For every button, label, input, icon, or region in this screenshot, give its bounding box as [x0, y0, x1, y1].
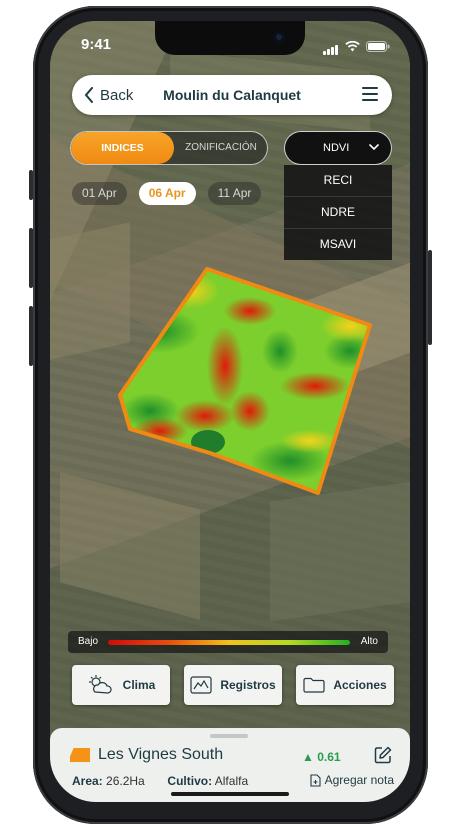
- note-add-icon: [310, 773, 321, 787]
- area-value: 26.2Ha: [106, 774, 145, 788]
- page-title: Moulin du Calanquet: [163, 87, 301, 103]
- field-meta: Area: 26.2Ha Cultivo: Alfalfa: [72, 774, 248, 788]
- date-chip[interactable]: 11 Apr: [207, 182, 262, 205]
- tab-zonificacion[interactable]: ZONIFICACIÓN: [174, 132, 267, 164]
- field-info-sheet[interactable]: Les Vignes South Area: 26.2Ha Cultivo: A…: [50, 728, 410, 802]
- edit-icon[interactable]: [374, 746, 392, 764]
- dropdown-option-ndre[interactable]: NDRE: [284, 196, 392, 228]
- legend-high-label: Alto: [360, 636, 378, 647]
- triangle-up-icon: ▲: [302, 750, 314, 764]
- chart-line-icon: [190, 676, 212, 694]
- field-title: Les Vignes South: [70, 746, 223, 764]
- records-label: Registros: [220, 678, 276, 692]
- date-chip-selected[interactable]: 06 Apr: [138, 182, 196, 205]
- ndvi-value-badge: ▲ 0.61: [302, 750, 341, 764]
- screen: 9:41 Back Moulin du Calanquet INDICES ZO…: [50, 21, 410, 802]
- mute-switch: [29, 170, 33, 200]
- crop-label: Cultivo:: [167, 774, 213, 788]
- legend-low-label: Bajo: [78, 636, 99, 647]
- wifi-icon: [345, 41, 360, 52]
- field-shape-icon: [70, 748, 90, 762]
- sheet-drag-handle[interactable]: [210, 734, 248, 738]
- mode-segmented-control: INDICES ZONIFICACIÓN: [70, 131, 268, 165]
- status-bar: 9:41: [50, 36, 410, 56]
- date-chip[interactable]: 01 Apr: [72, 182, 127, 205]
- actions-label: Acciones: [333, 678, 387, 692]
- volume-down-button: [29, 306, 33, 366]
- dropdown-option-msavi[interactable]: MSAVI: [284, 228, 392, 260]
- home-indicator[interactable]: [171, 792, 289, 796]
- index-legend: Bajo Alto: [68, 631, 388, 653]
- action-buttons: Clima Registros Acciones: [72, 665, 394, 705]
- index-dropdown[interactable]: NDVI: [284, 131, 392, 165]
- folder-icon: [303, 677, 325, 693]
- dropdown-option-reci[interactable]: RECI: [284, 165, 392, 196]
- volume-up-button: [29, 228, 33, 288]
- weather-label: Clima: [122, 678, 156, 692]
- legend-color-bar: [108, 640, 350, 645]
- area-label: Area:: [72, 774, 103, 788]
- add-note-label: Agregar nota: [324, 773, 394, 787]
- crop-value: Alfalfa: [214, 774, 249, 788]
- date-selector: 01 Apr 06 Apr 11 Apr: [72, 182, 262, 205]
- top-header: Back Moulin du Calanquet: [72, 75, 392, 115]
- index-dropdown-value: NDVI: [323, 142, 350, 154]
- index-dropdown-menu: RECI NDRE MSAVI: [284, 165, 392, 260]
- chevron-down-icon: [369, 144, 379, 151]
- weather-button[interactable]: Clima: [72, 665, 170, 705]
- cloud-sun-icon: [88, 675, 112, 694]
- ndvi-value: 0.61: [317, 750, 341, 764]
- cellular-signal-icon: [323, 38, 339, 55]
- tab-indices[interactable]: INDICES: [71, 132, 174, 164]
- battery-icon: [366, 41, 390, 52]
- power-button: [428, 250, 432, 345]
- records-button[interactable]: Registros: [184, 665, 282, 705]
- clock: 9:41: [81, 36, 112, 53]
- add-note-button[interactable]: Agregar nota: [310, 773, 394, 787]
- hamburger-menu-icon[interactable]: [362, 87, 378, 101]
- field-name: Les Vignes South: [98, 746, 224, 763]
- actions-button[interactable]: Acciones: [296, 665, 394, 705]
